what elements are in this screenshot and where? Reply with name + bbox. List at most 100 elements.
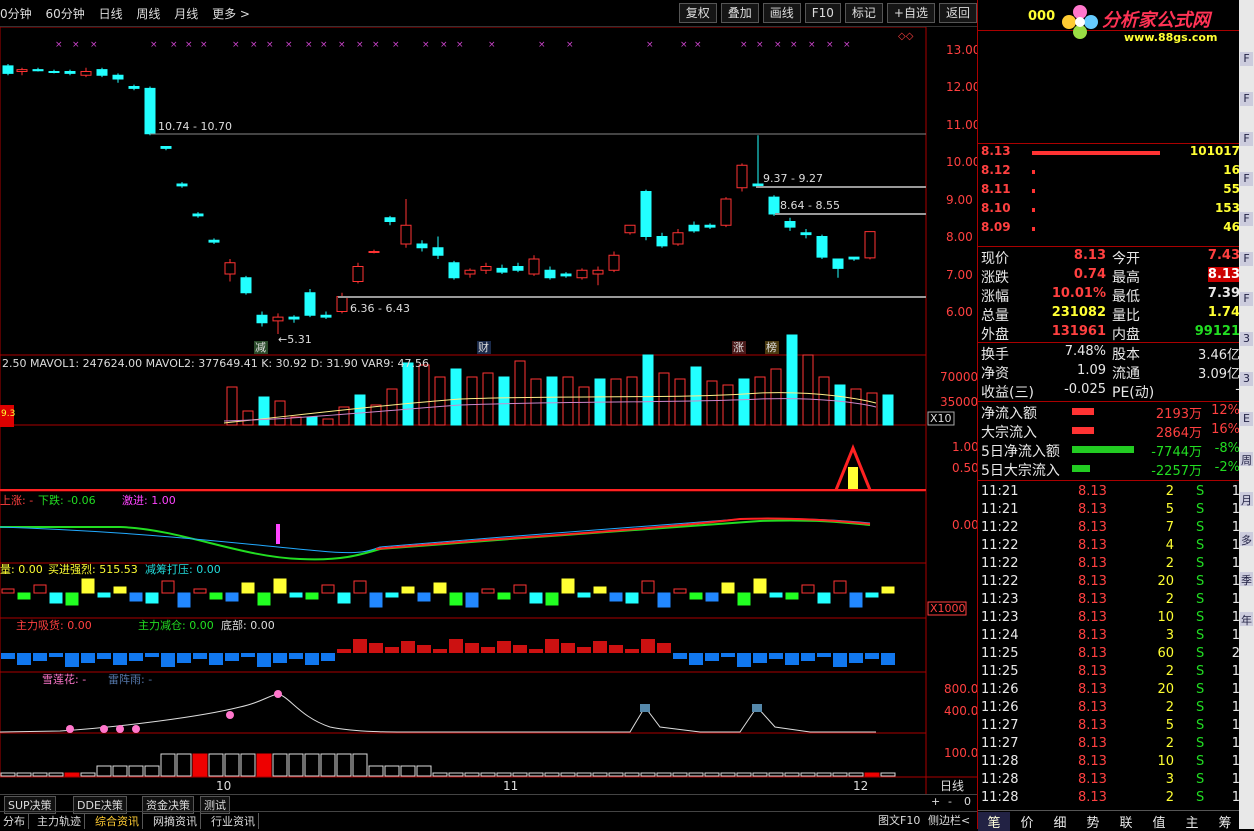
volume-bar [706,380,718,426]
zoom-reset-button[interactable]: 0 [964,795,971,808]
indicator-tabs: SUP决策 DDE决策 资金决策 测试 [0,794,977,814]
quote-tab[interactable]: 细 [1044,812,1076,831]
flow-bar [449,592,463,606]
period-month[interactable]: 月线 [174,7,198,21]
volume-bar [306,416,318,426]
event-tag[interactable]: 榜 [766,340,777,354]
structure-bar [864,772,880,777]
flow-bar [641,580,655,594]
period-week[interactable]: 周线 [136,7,160,21]
structure-bar [656,772,672,777]
zoom-in-button[interactable]: + [931,795,940,808]
quote-tab[interactable]: 值 [1143,812,1175,831]
tick-side: S [1196,682,1205,697]
structure-bar [800,772,816,777]
side-tool-icon[interactable]: F [1240,172,1253,186]
tick-time: 11:28 [981,754,1019,769]
add-watchlist-button[interactable]: +自选 [886,3,935,23]
structure-bar [832,772,848,777]
side-tool-icon[interactable]: F [1240,252,1253,266]
p6-tick: 400.0 [944,704,977,718]
quote-tab[interactable]: 筹 [1209,812,1241,831]
tick-volume: 2 [1165,592,1174,607]
side-tool-icon[interactable]: F [1240,292,1253,306]
side-tool-icon[interactable]: F [1240,92,1253,106]
mark-button[interactable]: 标记 [844,3,883,23]
side-tool-icon[interactable]: F [1240,212,1253,226]
period-more[interactable]: 更多 > [212,7,250,21]
side-tool-icon[interactable]: 3 [1240,372,1253,386]
candle-body [752,183,764,187]
info-tab[interactable]: 网摘资讯 [150,813,201,829]
capital-bar [865,653,879,659]
sidebar-toggle[interactable]: 侧边栏< [928,812,970,828]
info-tab[interactable]: 综合资讯 [92,813,143,829]
info-tab[interactable]: 分布 [0,813,29,829]
quote-tab[interactable]: 价 [1011,812,1043,831]
flow-value: -2257万 [1151,464,1202,479]
event-tag[interactable]: 减 [255,341,266,354]
side-tool-icon[interactable]: 月 [1240,492,1253,507]
tick-side: S [1196,664,1205,679]
stat-label: 涨幅 [981,289,1009,305]
f10-tab[interactable]: 图文F10 [878,812,920,828]
side-tool-icon[interactable]: 多 [1240,532,1253,547]
side-tool-icon[interactable]: E [1240,412,1253,426]
tick-side: S [1196,736,1205,751]
side-tool-icon[interactable]: F [1240,52,1253,66]
flow-bar [753,578,767,594]
quote-tab[interactable]: 联 [1110,812,1142,831]
overlay-button[interactable]: 叠加 [720,3,759,23]
capital-bar [881,653,895,665]
chart-canvas[interactable]: × × × × × × × × × × × × × × × × × × × × × × × × × × × × × × × × × ◇◇ 13.0… [0,27,977,794]
draw-line-button[interactable]: 画线 [762,3,801,23]
candle-body [640,191,652,237]
back-button[interactable]: 返回 [938,3,977,23]
candle-body [416,243,428,249]
period-day[interactable]: 日线 [99,7,123,21]
info-tab[interactable]: 行业资讯 [208,813,259,829]
side-tool-icon[interactable]: 周 [1240,452,1253,467]
tick-price: 8.13 [1078,664,1107,679]
info-tab[interactable]: 主力轨迹 [34,813,85,829]
f10-button[interactable]: F10 [804,3,841,23]
structure-bar [528,772,544,777]
stat-value: 1.74 [1207,305,1240,320]
quote-tab[interactable]: 主 [1176,812,1208,831]
capital-bar [113,653,127,665]
volume-bar [626,376,638,426]
candle-body [208,239,220,243]
event-tag[interactable]: 涨 [733,341,744,354]
quote-tab[interactable]: 笔 [978,812,1010,831]
side-tool-icon[interactable]: 3 [1240,332,1253,346]
p3-label-up: 上涨: - [0,494,33,507]
period-0min[interactable]: 0分钟 [0,7,32,21]
candle-body [464,269,476,275]
side-toolbar: F F F F F F F 3 3 E 周月多季年 [1239,0,1254,829]
side-tool-icon[interactable]: 季 [1240,572,1253,587]
side-tool-icon[interactable]: F [1240,132,1253,146]
capital-bar [81,653,95,663]
capital-bar [33,653,47,661]
volume-bar [290,416,302,426]
candle-body [384,217,396,222]
quote-panel: 000 分析家公式网 www.88gs.com 8.13 101017 8.12 16… [977,0,1241,831]
capital-bar [465,643,479,653]
tick-side: S [1196,628,1205,643]
stat-label: 内盘 [1112,327,1140,343]
side-tool-icon[interactable]: 年 [1240,612,1253,627]
event-tag[interactable]: 财 [478,340,489,354]
capital-bar [161,653,175,667]
zoom-out-button[interactable]: - [948,795,952,808]
tick-time: 11:23 [981,592,1019,607]
quote-stats-2: 换手 7.48% 股本 3.46亿 净资 1.09 流通 3.09亿 收益(三) -0.025 PE… [978,342,1240,401]
lotus-marker [100,725,108,733]
candle-body [512,266,524,271]
flow-bar [1072,465,1090,472]
tick-side: S [1196,646,1205,661]
quote-tab[interactable]: 势 [1077,812,1109,831]
restore-rights-button[interactable]: 复权 [678,3,717,23]
stat-label: 换手 [981,347,1009,363]
structure-bar [256,753,272,777]
period-60min[interactable]: 60分钟 [45,7,84,21]
